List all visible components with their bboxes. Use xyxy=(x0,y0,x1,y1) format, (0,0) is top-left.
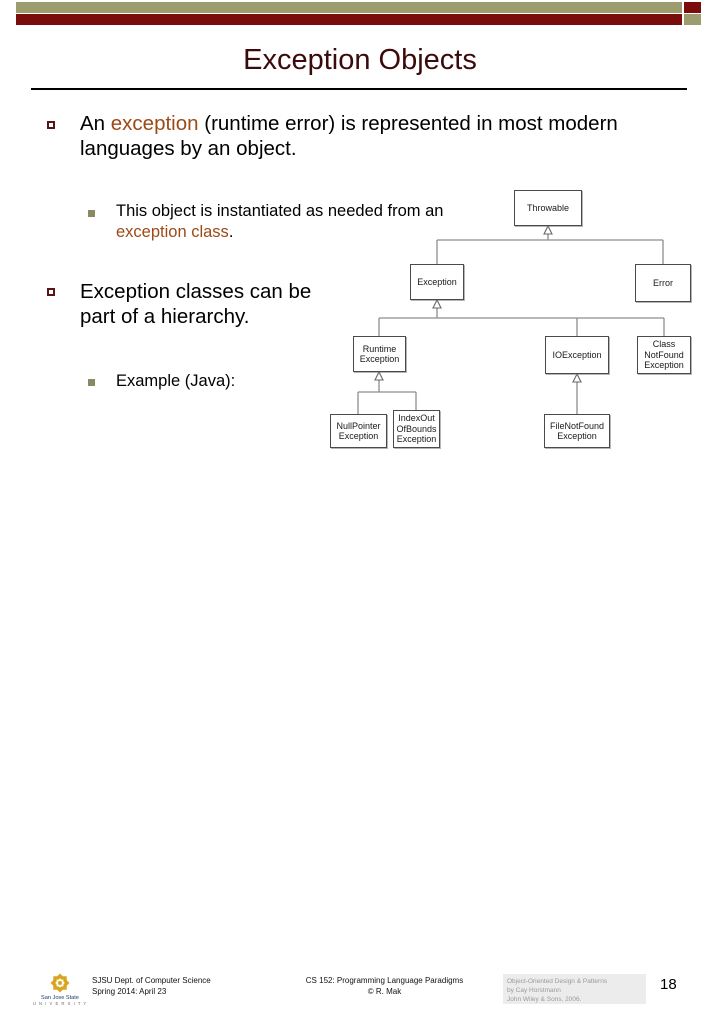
footer-copyright-line: © R. Mak xyxy=(367,986,402,996)
page-number: 18 xyxy=(660,976,677,993)
footer-reference-block: Object-Oriented Design & Patterns by Cay… xyxy=(503,974,646,1004)
footer-department-line: SJSU Dept. of Computer Science xyxy=(92,976,211,985)
uml-node-classnotfound-exception: Class NotFound Exception xyxy=(637,336,691,374)
uml-node-indexoutofbounds-exception: IndexOut OfBounds Exception xyxy=(393,410,440,448)
header-bar-top-olive xyxy=(16,2,682,13)
slide-footer: San Jose State U N I V E R S I T Y SJSU … xyxy=(0,482,720,1006)
uml-node-throwable: Throwable xyxy=(514,190,582,226)
header-bar-top-cap xyxy=(684,2,701,13)
uml-node-exception: Exception xyxy=(410,264,464,300)
uml-node-nullpointer-exception: NullPointer Exception xyxy=(330,414,387,448)
uml-connector-lines xyxy=(357,224,665,414)
footer-course-line: CS 152: Programming Language Paradigms xyxy=(305,976,464,985)
title-divider-rule xyxy=(31,88,687,90)
header-decoration-bars xyxy=(0,0,720,26)
bullet-text-run: Exception classes can be part of a hiera… xyxy=(80,280,312,328)
footer-term-line: Spring 2014: April 23 xyxy=(92,986,167,996)
reference-title: Object-Oriented Design & Patterns xyxy=(507,978,608,985)
sjsu-rosette-icon xyxy=(50,973,70,993)
bullet-marker-level2 xyxy=(88,379,95,386)
header-bar-bottom-cap xyxy=(684,14,701,25)
bullet-keyword: exception xyxy=(110,112,199,135)
footer-course-block: CS 152: Programming Language Paradigms ©… xyxy=(272,976,497,997)
bullet-keyword: exception class xyxy=(116,223,229,241)
bullet-text-1: An exception (runtime error) is represen… xyxy=(80,111,640,161)
bullet-marker-level2 xyxy=(88,210,95,217)
header-bar-bottom-maroon xyxy=(16,14,682,25)
reference-publisher: John Wiley & Sons, 2006. xyxy=(507,996,582,1003)
bullet-text-run: . xyxy=(228,223,234,241)
sjsu-logo: San Jose State U N I V E R S I T Y xyxy=(32,971,88,1011)
exception-hierarchy-diagram: Throwable Exception Error Runtime Excepti… xyxy=(330,188,710,473)
sjsu-logo-subtitle: U N I V E R S I T Y xyxy=(32,1001,88,1006)
bullet-marker-level1 xyxy=(47,288,55,296)
uml-node-runtime-exception: Runtime Exception xyxy=(353,336,406,372)
bullet-text-run: An xyxy=(80,112,111,135)
slide-title: Exception Objects xyxy=(243,44,477,76)
bullet-text-run: Example (Java): xyxy=(116,372,236,390)
footer-department-block: SJSU Dept. of Computer Science Spring 20… xyxy=(92,976,272,997)
bullet-text-3: Exception classes can be part of a hiera… xyxy=(80,279,350,329)
reference-author: by Cay Horstmann xyxy=(507,987,561,994)
bullet-marker-level1 xyxy=(47,121,55,129)
uml-node-ioexception: IOException xyxy=(545,336,609,374)
uml-node-filenotfound-exception: FileNotFound Exception xyxy=(544,414,610,448)
uml-node-error: Error xyxy=(635,264,691,302)
